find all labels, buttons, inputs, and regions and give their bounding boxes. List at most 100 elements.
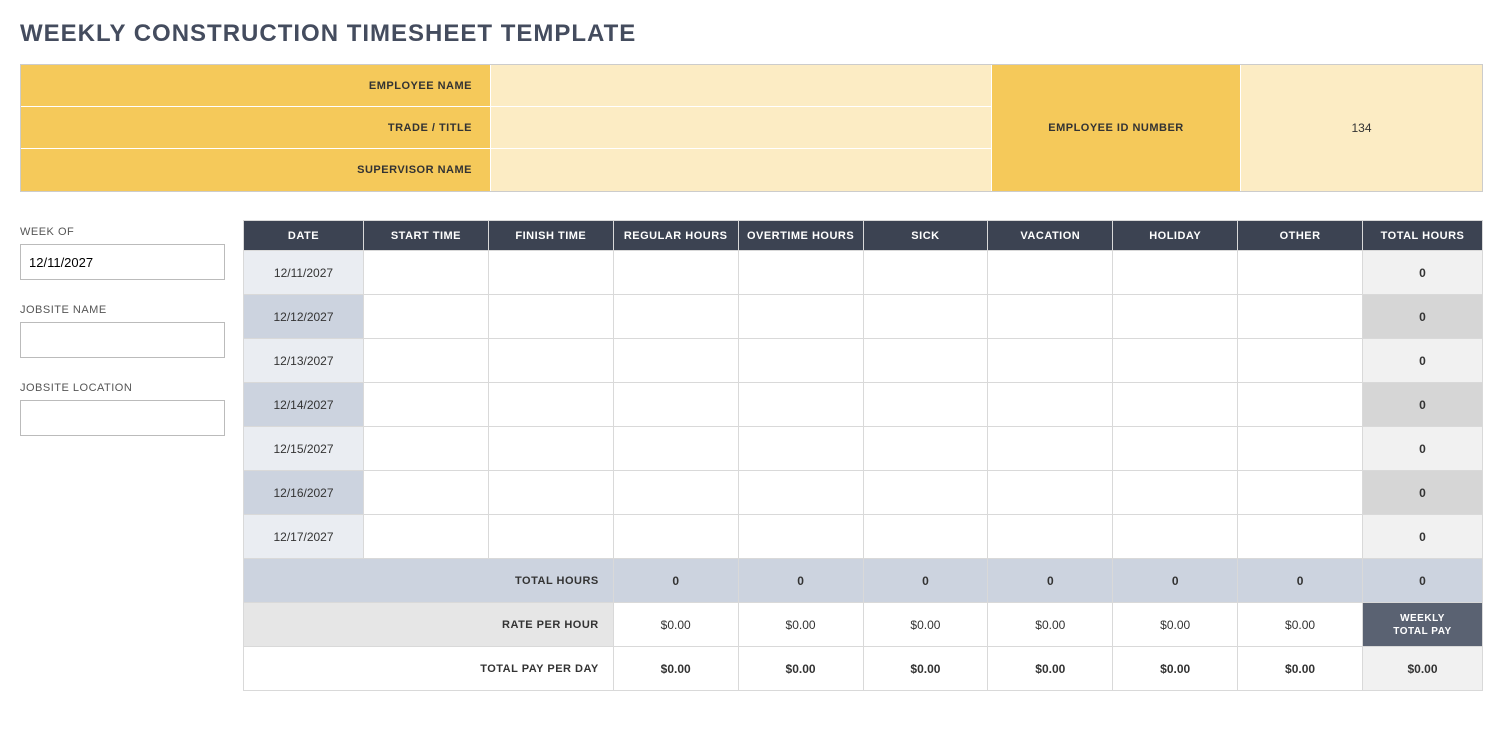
cell-holiday[interactable] — [1113, 427, 1238, 471]
cell-vacation[interactable] — [988, 515, 1113, 559]
cell-holiday[interactable] — [1113, 339, 1238, 383]
rate-overtime[interactable]: $0.00 — [738, 603, 863, 647]
cell-start[interactable] — [364, 471, 489, 515]
cell-sick[interactable] — [863, 251, 988, 295]
cell-start[interactable] — [364, 339, 489, 383]
total-grand: 0 — [1363, 559, 1483, 603]
cell-sick[interactable] — [863, 383, 988, 427]
cell-sick[interactable] — [863, 427, 988, 471]
pay-vacation: $0.00 — [988, 647, 1113, 691]
cell-regular[interactable] — [613, 427, 738, 471]
total-regular: 0 — [613, 559, 738, 603]
cell-total: 0 — [1363, 251, 1483, 295]
cell-date: 12/15/2027 — [244, 427, 364, 471]
employee-id-value[interactable]: 134 — [1241, 65, 1482, 191]
cell-holiday[interactable] — [1113, 471, 1238, 515]
cell-sick[interactable] — [863, 295, 988, 339]
cell-other[interactable] — [1238, 427, 1363, 471]
cell-start[interactable] — [364, 515, 489, 559]
table-row: 12/17/20270 — [244, 515, 1483, 559]
rate-sick[interactable]: $0.00 — [863, 603, 988, 647]
page-title: WEEKLY CONSTRUCTION TIMESHEET TEMPLATE — [20, 20, 1483, 48]
pay-holiday: $0.00 — [1113, 647, 1238, 691]
cell-finish[interactable] — [488, 251, 613, 295]
employee-name-value[interactable] — [491, 65, 991, 106]
cell-overtime[interactable] — [738, 427, 863, 471]
cell-regular[interactable] — [613, 471, 738, 515]
cell-regular[interactable] — [613, 383, 738, 427]
cell-other[interactable] — [1238, 383, 1363, 427]
pay-other: $0.00 — [1238, 647, 1363, 691]
cell-vacation[interactable] — [988, 427, 1113, 471]
cell-total: 0 — [1363, 427, 1483, 471]
cell-regular[interactable] — [613, 515, 738, 559]
rate-vacation[interactable]: $0.00 — [988, 603, 1113, 647]
cell-regular[interactable] — [613, 339, 738, 383]
cell-total: 0 — [1363, 471, 1483, 515]
cell-finish[interactable] — [488, 515, 613, 559]
rate-regular[interactable]: $0.00 — [613, 603, 738, 647]
cell-overtime[interactable] — [738, 471, 863, 515]
cell-finish[interactable] — [488, 295, 613, 339]
cell-other[interactable] — [1238, 471, 1363, 515]
cell-other[interactable] — [1238, 515, 1363, 559]
rate-holiday[interactable]: $0.00 — [1113, 603, 1238, 647]
cell-overtime[interactable] — [738, 339, 863, 383]
employee-name-label: EMPLOYEE NAME — [21, 65, 491, 106]
col-header-regular: REGULAR HOURS — [613, 221, 738, 251]
cell-holiday[interactable] — [1113, 295, 1238, 339]
cell-overtime[interactable] — [738, 251, 863, 295]
week-of-input[interactable] — [20, 244, 225, 280]
trade-title-value[interactable] — [491, 107, 991, 148]
cell-sick[interactable] — [863, 339, 988, 383]
cell-vacation[interactable] — [988, 383, 1113, 427]
cell-start[interactable] — [364, 427, 489, 471]
sidebar: WEEK OF JOBSITE NAME JOBSITE LOCATION — [20, 220, 225, 691]
rate-other[interactable]: $0.00 — [1238, 603, 1363, 647]
row-total-pay: TOTAL PAY PER DAY $0.00 $0.00 $0.00 $0.0… — [244, 647, 1483, 691]
pay-sick: $0.00 — [863, 647, 988, 691]
table-row: 12/14/20270 — [244, 383, 1483, 427]
row-rate: RATE PER HOUR $0.00 $0.00 $0.00 $0.00 $0… — [244, 603, 1483, 647]
cell-finish[interactable] — [488, 339, 613, 383]
total-overtime: 0 — [738, 559, 863, 603]
cell-vacation[interactable] — [988, 471, 1113, 515]
cell-vacation[interactable] — [988, 251, 1113, 295]
cell-regular[interactable] — [613, 251, 738, 295]
col-header-start: START TIME — [364, 221, 489, 251]
cell-holiday[interactable] — [1113, 515, 1238, 559]
cell-other[interactable] — [1238, 339, 1363, 383]
jobsite-location-input[interactable] — [20, 400, 225, 436]
cell-regular[interactable] — [613, 295, 738, 339]
pay-label: TOTAL PAY PER DAY — [244, 647, 614, 691]
cell-vacation[interactable] — [988, 295, 1113, 339]
cell-other[interactable] — [1238, 251, 1363, 295]
cell-start[interactable] — [364, 383, 489, 427]
col-header-holiday: HOLIDAY — [1113, 221, 1238, 251]
cell-vacation[interactable] — [988, 339, 1113, 383]
cell-date: 12/11/2027 — [244, 251, 364, 295]
cell-holiday[interactable] — [1113, 251, 1238, 295]
cell-other[interactable] — [1238, 295, 1363, 339]
cell-sick[interactable] — [863, 515, 988, 559]
cell-overtime[interactable] — [738, 383, 863, 427]
cell-overtime[interactable] — [738, 515, 863, 559]
cell-finish[interactable] — [488, 427, 613, 471]
row-total-hours: TOTAL HOURS 0 0 0 0 0 0 0 — [244, 559, 1483, 603]
pay-overtime: $0.00 — [738, 647, 863, 691]
cell-total: 0 — [1363, 515, 1483, 559]
cell-start[interactable] — [364, 295, 489, 339]
jobsite-name-label: JOBSITE NAME — [20, 304, 225, 316]
cell-total: 0 — [1363, 295, 1483, 339]
cell-holiday[interactable] — [1113, 383, 1238, 427]
jobsite-name-input[interactable] — [20, 322, 225, 358]
employee-info-block: EMPLOYEE NAME TRADE / TITLE SUPERVISOR N… — [20, 64, 1483, 192]
cell-sick[interactable] — [863, 471, 988, 515]
cell-start[interactable] — [364, 251, 489, 295]
total-hours-label: TOTAL HOURS — [244, 559, 614, 603]
cell-finish[interactable] — [488, 383, 613, 427]
cell-finish[interactable] — [488, 471, 613, 515]
supervisor-name-value[interactable] — [491, 149, 991, 191]
cell-overtime[interactable] — [738, 295, 863, 339]
col-header-vacation: VACATION — [988, 221, 1113, 251]
